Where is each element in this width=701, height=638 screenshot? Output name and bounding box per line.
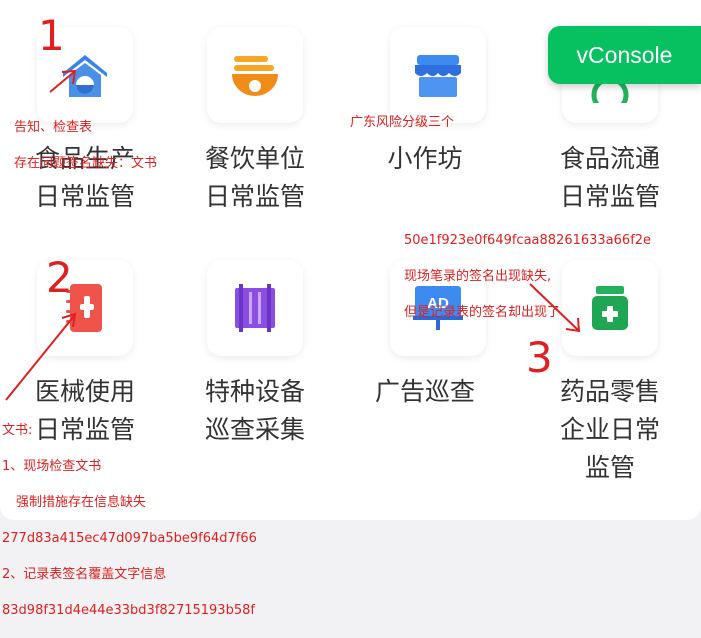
- note-line: 1、现场检查文书: [2, 459, 102, 474]
- note-hash: 50e1f923e0f649fcaa88261633a66f2e: [404, 233, 652, 248]
- annotation-note-2: 文书: 1、现场检查文书 强制措施存在信息缺失 277d83a415ec47d0…: [2, 404, 257, 638]
- note-line: 存在问题签名缺失：文书: [14, 156, 158, 171]
- tile-label-line1: 小作坊: [387, 144, 463, 173]
- note-line: 现场笔录的签名出现缺失,: [404, 269, 552, 284]
- tile-label-line1: 食品流通: [559, 144, 660, 173]
- annotation-note-1: 告知、检查表 存在问题签名缺失：文书: [14, 101, 157, 191]
- storefront-icon: [390, 27, 486, 123]
- note-line: 但是记录表的签名却出现了: [404, 305, 561, 320]
- note-line: 强制措施存在信息缺失: [16, 495, 147, 510]
- tile-label-line3: 监管: [584, 453, 635, 482]
- note-line: 2、记录表签名覆盖文字信息: [2, 567, 167, 582]
- note-title: 文书:: [2, 423, 33, 438]
- tile-label-line1: 广告巡查: [374, 377, 475, 406]
- annotation-note-3: 50e1f923e0f649fcaa88261633a66f2e 现场笔录的签名…: [404, 214, 651, 340]
- tile-catering[interactable]: 餐饮单位 日常监管: [170, 0, 340, 230]
- annotation-number-3: 3: [526, 333, 553, 382]
- note-line: 告知、检查表: [14, 120, 93, 135]
- vconsole-button[interactable]: vConsole: [548, 26, 701, 84]
- tile-label-line2: 日常监管: [559, 182, 660, 211]
- annotation-note-workshop: 广东风险分级三个: [350, 115, 455, 130]
- noodle-bowl-icon: [207, 27, 303, 123]
- tile-label-line1: 餐饮单位: [204, 144, 305, 173]
- annotation-number-1: 1: [38, 11, 65, 60]
- special-equipment-icon: [207, 260, 303, 356]
- annotation-number-2: 2: [46, 253, 73, 302]
- tile-label-line2: 企业日常: [559, 415, 660, 444]
- tile-label-line2: 日常监管: [204, 182, 305, 211]
- note-hash: 277d83a415ec47d097ba5be9f64d7f66: [2, 531, 257, 546]
- note-hash: 83d98f31d4e44e33bd3f82715193b58f: [2, 603, 255, 618]
